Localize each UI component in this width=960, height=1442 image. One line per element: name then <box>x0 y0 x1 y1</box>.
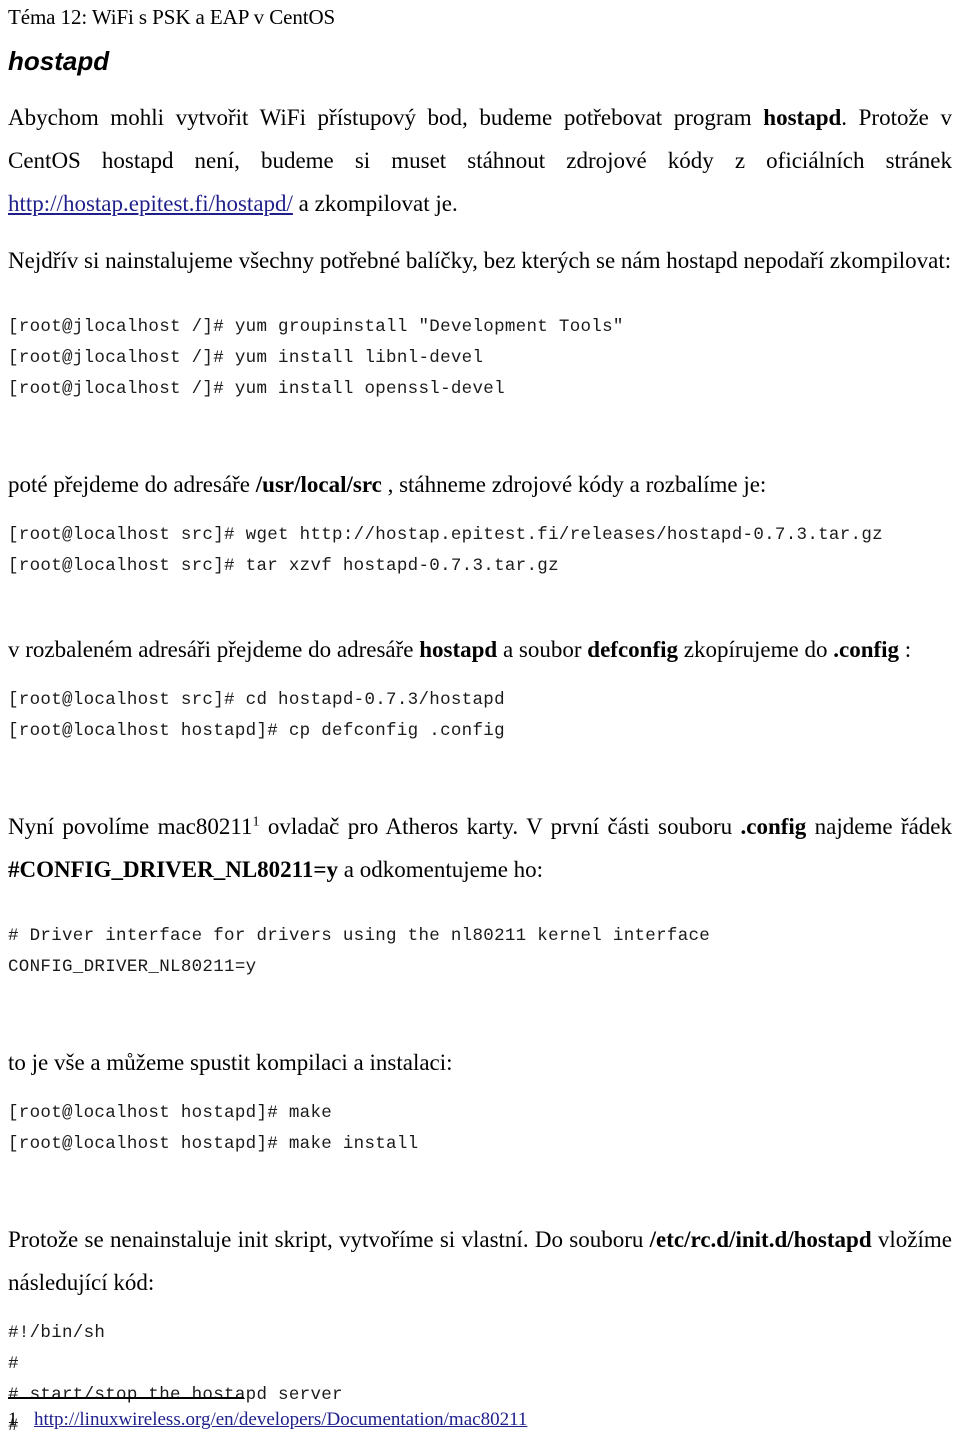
running-header: Téma 12: WiFi s PSK a EAP v CentOS <box>8 5 336 29</box>
code-line: # Driver interface for drivers using the… <box>8 926 711 946</box>
code-line: CONFIG_DRIVER_NL80211=y <box>8 957 257 977</box>
code-line: [root@localhost hostapd]# make <box>8 1103 333 1123</box>
paragraph-intro: Abychom mohli vytvořit WiFi přístupový b… <box>8 96 952 225</box>
code-line: [root@jlocalhost /]# yum install openssl… <box>8 379 505 399</box>
hostapd-homepage-link[interactable]: http://hostap.epitest.fi/hostapd/ <box>8 191 293 216</box>
document-page: Téma 12: WiFi s PSK a EAP v CentOS hosta… <box>0 0 960 1438</box>
paragraph-defconfig: v rozbaleném adresáři přejdeme do adresá… <box>8 628 952 671</box>
paragraph-srcdir: poté přejdeme do adresáře /usr/local/src… <box>8 463 952 506</box>
defconfig-bold-defconfig: defconfig <box>587 637 679 662</box>
mac80211-text-3: najdeme řádek <box>806 814 952 839</box>
code-line: [root@localhost src]# wget http://hostap… <box>8 525 883 545</box>
intro-bold-hostapd: hostapd <box>763 105 842 130</box>
mac80211-bold-driver-line: #CONFIG_DRIVER_NL80211=y <box>8 857 339 882</box>
page-content: Téma 12: WiFi s PSK a EAP v CentOS hosta… <box>8 4 952 1442</box>
code-line: [root@jlocalhost /]# yum groupinstall "D… <box>8 317 624 337</box>
code-line: [root@localhost hostapd]# cp defconfig .… <box>8 721 505 741</box>
code-line: [root@localhost src]# cd hostapd-0.7.3/h… <box>8 690 505 710</box>
srcdir-bold-path: /usr/local/src <box>255 472 382 497</box>
srcdir-text-1: poté přejdeme do adresáře <box>8 472 256 497</box>
code-line: # <box>8 1354 19 1374</box>
footnote-separator <box>8 1397 244 1399</box>
paragraph-initscript: Protože se nenainstaluje init skript, vy… <box>8 1218 952 1304</box>
defconfig-text-2: a soubor <box>497 637 588 662</box>
footnote-number: 1 <box>8 1409 18 1430</box>
footnote-area: 1 http://linuxwireless.org/en/developers/… <box>8 1397 952 1432</box>
mac80211-text-2: ovladač pro Atheros karty. V první části… <box>259 814 741 839</box>
code-block-make: [root@localhost hostapd]# make [root@loca… <box>8 1098 952 1160</box>
initscript-text-1: Protože se nenainstaluje init skript, vy… <box>8 1227 650 1252</box>
intro-text-3: a zkompilovat je. <box>292 191 458 216</box>
defconfig-text-4: : <box>899 637 912 662</box>
code-block-copy-defconfig: [root@localhost src]# cd hostapd-0.7.3/h… <box>8 685 952 747</box>
defconfig-text-1: v rozbaleném adresáři přejdeme do adresá… <box>8 637 420 662</box>
section-title-hostapd: hostapd <box>8 46 110 76</box>
mac80211-bold-config: .config <box>740 814 807 839</box>
intro-text-1: Abychom mohli vytvořit WiFi přístupový b… <box>8 105 764 130</box>
defconfig-bold-hostapd: hostapd <box>419 637 498 662</box>
mac80211-text-4: a odkomentujeme ho: <box>338 857 544 882</box>
code-line: [root@localhost hostapd]# make install <box>8 1134 419 1154</box>
footnote-link-mac80211[interactable]: http://linuxwireless.org/en/developers/D… <box>34 1409 527 1430</box>
defconfig-text-3: zkopírujeme do <box>678 637 834 662</box>
code-block-download-extract: [root@localhost src]# wget http://hostap… <box>8 520 952 582</box>
paragraph-packages: Nejdřív si nainstalujeme všechny potřebn… <box>8 248 952 273</box>
code-line: #!/bin/sh <box>8 1323 106 1343</box>
paragraph-compile: to je vše a můžeme spustit kompilaci a i… <box>8 1050 453 1075</box>
code-line: [root@localhost src]# tar xzvf hostapd-0… <box>8 556 559 576</box>
code-line: [root@jlocalhost /]# yum install libnl-d… <box>8 348 484 368</box>
mac80211-text-1: Nyní povolíme mac80211 <box>8 814 253 839</box>
footnote-entry: 1 http://linuxwireless.org/en/developers/… <box>8 1408 952 1432</box>
paragraph-mac80211: Nyní povolíme mac802111 ovladač pro Athe… <box>8 805 952 891</box>
code-block-driver-config: # Driver interface for drivers using the… <box>8 921 952 983</box>
code-block-install-packages: [root@jlocalhost /]# yum groupinstall "D… <box>8 312 952 405</box>
srcdir-text-2: , stáhneme zdrojové kódy a rozbalíme je: <box>381 472 767 497</box>
footnote-marker-1: 1 <box>252 814 260 830</box>
initscript-bold-path: /etc/rc.d/init.d/hostapd <box>649 1227 872 1252</box>
defconfig-bold-config: .config <box>833 637 900 662</box>
